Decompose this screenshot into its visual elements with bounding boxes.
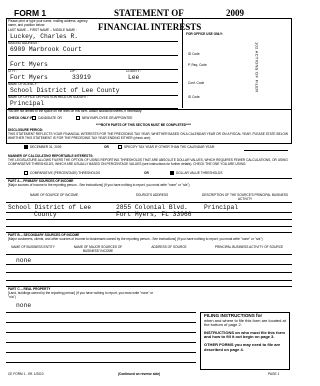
agency-field[interactable]: School District of Lee County: [10, 87, 120, 94]
instructions-text: FILING INSTRUCTIONS for when and where t…: [204, 313, 288, 352]
office-use-label: FOR OFFICE USE ONLY:: [186, 32, 224, 36]
form-page: FORM 1 STATEMENT OF 2009 FINANCIAL INTER…: [6, 6, 292, 380]
footer-form-id: CE FORM 1 - Eff. 1/2010: [8, 372, 44, 376]
manner-or: OR: [144, 171, 149, 175]
conf-code-label: Conf. Code: [188, 81, 205, 85]
part-b-col-activity: PRINCIPAL BUSINESS ACTIVITY OF SOURCE: [214, 245, 284, 249]
part-a-activity[interactable]: Principal: [204, 204, 238, 211]
instructions-line-2: when and where to file this form are loc…: [204, 317, 286, 328]
form-number: FORM 1: [14, 8, 47, 18]
part-c-subtitle: [Land, buildings owned by the reporting …: [8, 291, 154, 299]
new-employee-label: NEW EMPLOYEE OR APPOINTEE: [82, 116, 133, 120]
title-line-1: STATEMENT OF: [114, 8, 184, 18]
county-field[interactable]: Lee: [128, 74, 139, 81]
part-a-subtitle: [Major sources of income to the reportin…: [8, 183, 190, 187]
candidate-checkbox[interactable]: [32, 116, 36, 120]
check-only-label: CHECK ONLY IF: [8, 116, 33, 120]
instructions-line-3: INSTRUCTIONS on who must file this form …: [204, 329, 285, 340]
city-line-1[interactable]: Fort Myers: [10, 61, 48, 68]
part-b-subtitle: [Major customers, clients, and other sou…: [8, 237, 263, 241]
part-c-value[interactable]: none: [16, 302, 31, 309]
part-b-entity-value[interactable]: none: [16, 257, 31, 264]
other-tax-year-label: SPECIFY TAX YEAR IF OTHER THAN THE CALEN…: [124, 145, 215, 149]
instructions-line-4: OTHER FORMS you may need to file are des…: [204, 341, 281, 352]
other-tax-year-checkbox[interactable]: [118, 145, 122, 149]
name-field[interactable]: Luckey, Charles R.: [10, 33, 78, 40]
city-field[interactable]: Fort Myers: [10, 74, 48, 81]
mailing-address-field[interactable]: 6909 Marbrook Court: [10, 46, 82, 53]
attach-note: You are not limited to the space on the …: [8, 109, 143, 113]
part-a-col-source: NAME OF SOURCE OF INCOME: [30, 193, 78, 197]
dollar-value-label: DOLLAR VALUE THRESHOLDS: [176, 171, 223, 175]
disclosure-text: THIS STATEMENT REFLECTS YOUR FINANCIAL I…: [8, 132, 288, 140]
id-code-label: ID Code: [188, 52, 200, 56]
p-req-code-label: P. Req. Code: [188, 63, 207, 67]
new-employee-checkbox[interactable]: [76, 116, 80, 120]
comparative-checkbox[interactable]: [24, 171, 28, 175]
form-year: 2009: [226, 8, 244, 18]
part-b-col-entity: NAME OF BUSINESS ENTITY: [11, 245, 55, 249]
part-a-col-address: SOURCE'S ADDRESS: [135, 193, 169, 197]
received-stamp: 102 ACTIONS OF FILER: [254, 42, 260, 93]
footer-continued: (Continued on reverse side): [118, 372, 161, 376]
comparative-label: COMPARATIVE (PERCENTAGE) THRESHOLDS: [30, 171, 101, 175]
part-a-address-line-1[interactable]: 2855 Colonial Blvd.: [116, 204, 188, 211]
id-code-label-2: ID Code: [188, 95, 200, 99]
both-parts-note: ****BOTH PARTS OF THIS SECTION MUST BE C…: [96, 123, 192, 127]
manner-text: THE LEGISLATURE ALLOWS FILERS THE OPTION…: [8, 158, 288, 166]
office-field[interactable]: Principal: [10, 100, 44, 107]
disclosure-or: OR: [104, 145, 109, 149]
dollar-value-checkbox[interactable]: [170, 171, 174, 175]
december-31-checkbox[interactable]: [24, 145, 28, 149]
part-b-col-sources: NAME OF MAJOR SOURCES OF BUSINESS' INCOM…: [73, 245, 123, 253]
candidate-label: CANDIDATE OR: [38, 116, 62, 120]
print-instruction: Please print or type your name, mailing …: [8, 19, 88, 27]
part-a-source-line-1[interactable]: School District of Lee: [8, 204, 91, 211]
part-a-col-activity: DESCRIPTION OF THE SOURCE'S PRINCIPAL BU…: [202, 193, 288, 201]
part-b-col-address: ADDRESS OF SOURCE: [151, 245, 187, 249]
footer-page: PAGE 1: [268, 372, 280, 376]
december-31-label: DECEMBER 31, 2009: [30, 145, 62, 149]
zip-field[interactable]: 33919: [72, 74, 91, 81]
